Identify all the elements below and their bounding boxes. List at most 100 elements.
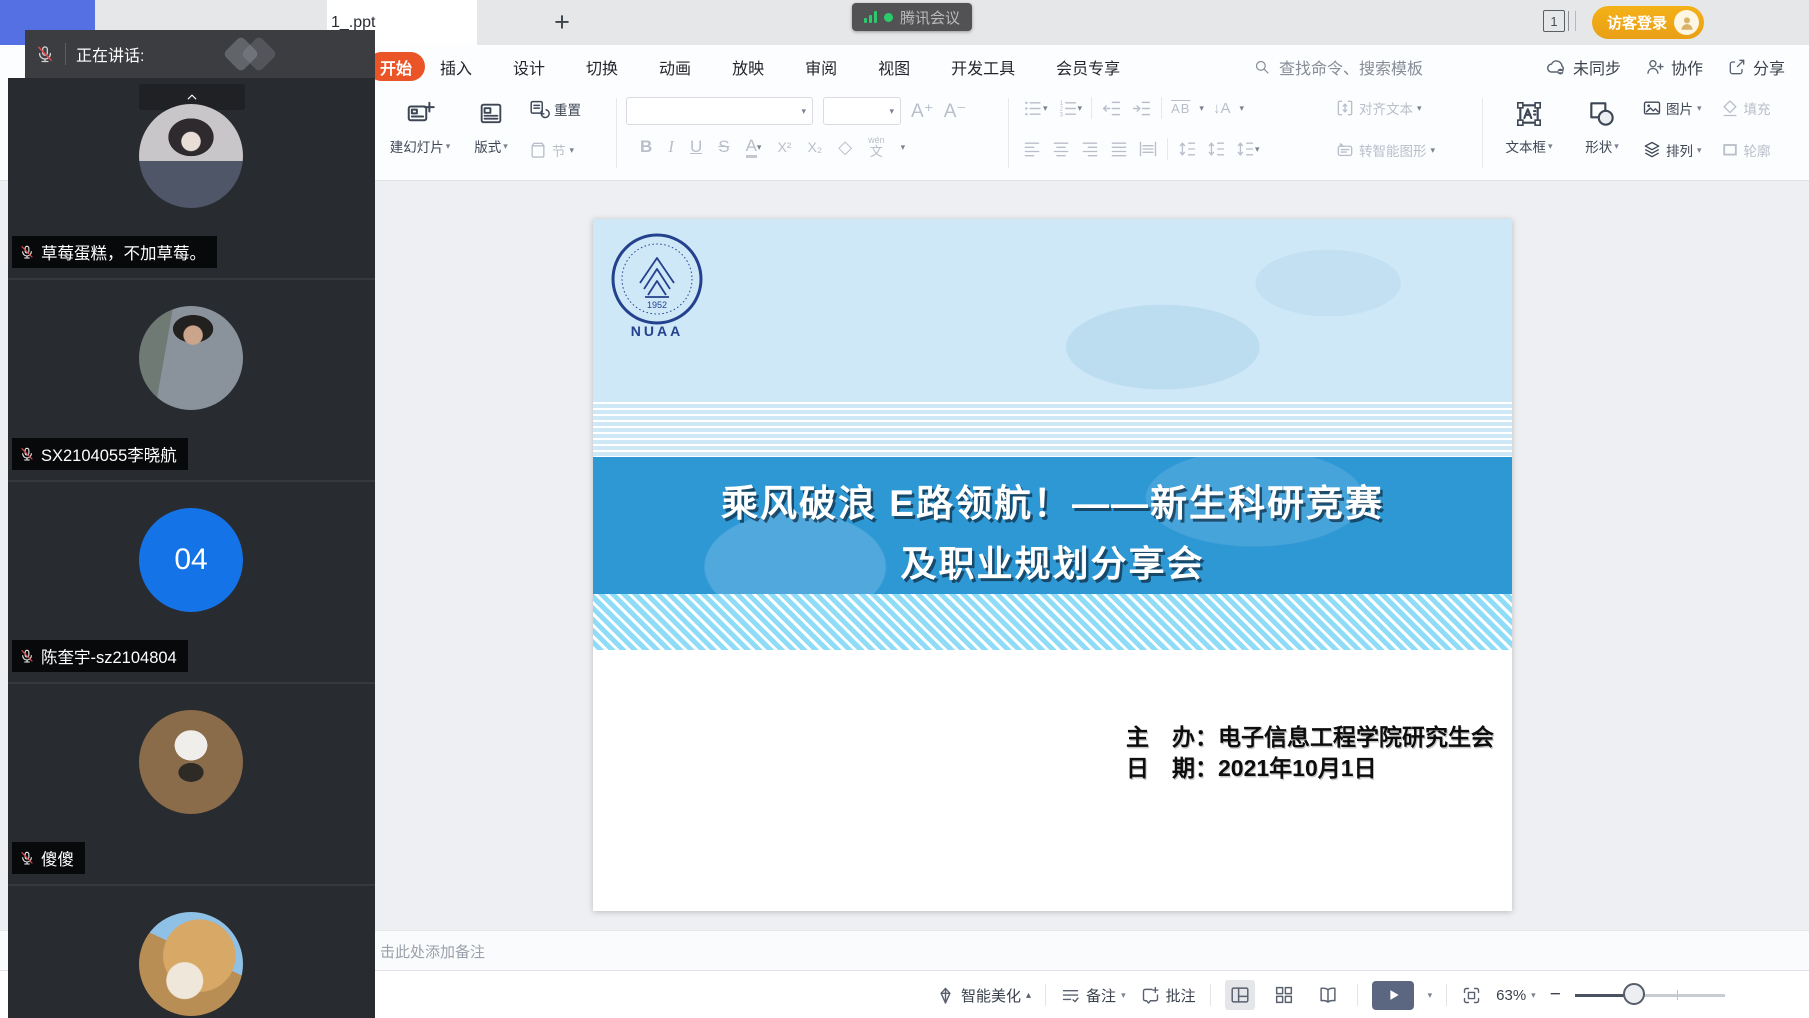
grow-font-button[interactable]: A⁺ [911, 100, 934, 123]
horizontal-stripes-band [593, 402, 1512, 457]
slideshow-play-button[interactable] [1372, 981, 1414, 1010]
numbered-list-button[interactable]: ▾ [1057, 98, 1083, 119]
indent-button[interactable] [1131, 98, 1152, 119]
smart-beautify-button[interactable]: 智能美化 ▴ [935, 985, 1031, 1006]
slide-organizer-block[interactable]: 主 办：电子信息工程学院研究生会 日 期：2021年10月1日 [1126, 722, 1494, 784]
align-right-button[interactable] [1080, 139, 1100, 159]
bullet-list-button[interactable]: ▾ [1022, 98, 1048, 119]
shapes-button[interactable]: 形状▾ [1573, 92, 1631, 156]
reset-button[interactable]: 重置 [528, 98, 581, 120]
pinyin-button[interactable]: wén文 [868, 136, 885, 158]
participant-tile[interactable]: 草莓蛋糕，不加草莓。 [8, 78, 375, 280]
tab-home[interactable]: 开始 [367, 52, 425, 81]
participant-name-badge: 傻傻 [12, 842, 85, 874]
meeting-watermark-logo-icon [220, 35, 300, 73]
share-button[interactable]: 分享 [1727, 55, 1785, 79]
play-options-caret[interactable]: ▾ [1428, 990, 1433, 1001]
window-count-indicator[interactable]: 1 [1543, 10, 1576, 32]
tab-insert[interactable]: 插入 [440, 55, 472, 79]
guest-avatar-icon [1674, 10, 1699, 35]
mic-muted-icon [19, 244, 35, 260]
collaborate-button[interactable]: 协作 [1645, 55, 1703, 79]
picture-button[interactable]: 图片▾ [1642, 98, 1702, 118]
zoom-level-value: 63% [1496, 987, 1526, 1004]
shrink-font-button[interactable]: A⁻ [944, 100, 967, 123]
italic-button[interactable]: I [668, 137, 674, 157]
view-normal-button[interactable] [1225, 980, 1255, 1010]
participant-name-badge: 陈奎宇-sz2104804 [12, 640, 188, 672]
underline-button[interactable]: U [690, 137, 702, 157]
command-search[interactable]: 查找命令、搜索模板 [1253, 45, 1423, 88]
slide[interactable]: 1952 NUAA 乘风破浪 E路领航！——新生科研竞赛 及职业规划分享会 主 … [593, 219, 1512, 911]
view-reading-button[interactable] [1313, 980, 1343, 1010]
nuaa-seal-logo[interactable]: 1952 NUAA [609, 231, 705, 343]
font-color-button[interactable]: A▾ [746, 137, 762, 158]
slide-title-block[interactable]: 乘风破浪 E路领航！——新生科研竞赛 及职业规划分享会 [593, 457, 1512, 594]
tab-design[interactable]: 设计 [513, 55, 545, 79]
tab-membership[interactable]: 会员专享 [1056, 55, 1120, 79]
view-sorter-button[interactable] [1269, 980, 1299, 1010]
fill-button[interactable]: 填充 [1720, 98, 1771, 118]
arrange-button[interactable]: 排列▾ [1642, 140, 1702, 160]
outline-button[interactable]: 轮廓 [1720, 140, 1771, 160]
share-icon [1727, 57, 1747, 77]
avatar [139, 306, 243, 410]
participant-tile[interactable]: SX2104055李晓航 [8, 280, 375, 482]
tab-animation[interactable]: 动画 [659, 55, 691, 79]
zoom-slider[interactable] [1575, 981, 1725, 1009]
beautify-icon [935, 985, 956, 1006]
participant-name-badge: 草莓蛋糕，不加草莓。 [12, 236, 217, 268]
strikethrough-button[interactable]: S [718, 137, 729, 157]
comments-button[interactable]: 批注 [1140, 985, 1196, 1006]
search-icon [1253, 58, 1271, 76]
subscript-button[interactable]: X₂ [807, 139, 822, 155]
layout-button[interactable]: 版式▾ [462, 92, 520, 156]
tab-view[interactable]: 视图 [878, 55, 910, 79]
notes-button[interactable]: 备注 ▾ [1060, 985, 1126, 1006]
shapes-icon [1573, 92, 1631, 136]
char-spacing-button[interactable]: AB [1171, 101, 1190, 116]
sync-status-button[interactable]: 未同步 [1545, 55, 1621, 79]
divider [65, 43, 66, 65]
participant-tile[interactable] [8, 886, 375, 1018]
align-left-button[interactable] [1022, 139, 1042, 159]
new-tab-button[interactable]: + [546, 6, 578, 38]
section-button[interactable]: 节▾ [528, 140, 574, 160]
zoom-slider-thumb[interactable] [1623, 983, 1645, 1005]
tencent-meeting-pill[interactable]: 腾讯会议 [852, 3, 972, 31]
fit-window-button[interactable] [1461, 985, 1482, 1006]
meeting-speaking-header[interactable]: 正在讲话: [25, 30, 375, 78]
outdent-button[interactable] [1101, 98, 1122, 119]
tab-review[interactable]: 审阅 [805, 55, 837, 79]
participant-tile[interactable]: 傻傻 [8, 684, 375, 886]
zoom-level-button[interactable]: 63% ▾ [1496, 987, 1536, 1004]
notes-placeholder: 击此处添加备注 [380, 941, 485, 962]
text-box-button[interactable]: 文本框▾ [1493, 92, 1565, 156]
line-spacing-up-button[interactable] [1177, 139, 1197, 159]
tab-developer[interactable]: 开发工具 [951, 55, 1015, 79]
justify-button[interactable] [1109, 139, 1129, 159]
new-slide-button[interactable]: 建幻灯片▾ [378, 92, 462, 156]
superscript-button[interactable]: X² [777, 139, 791, 155]
font-name-combo[interactable]: ▾ [626, 97, 813, 125]
guest-login-button[interactable]: 访客登录 [1592, 6, 1704, 39]
zoom-out-button[interactable]: − [1550, 984, 1561, 1006]
tab-transition[interactable]: 切换 [586, 55, 618, 79]
window-count-value: 1 [1543, 10, 1565, 32]
notes-label: 备注 [1086, 985, 1116, 1006]
participant-name: 陈奎宇-sz2104804 [41, 644, 177, 668]
text-direction-button[interactable]: ↓A [1213, 100, 1231, 117]
font-size-combo[interactable]: ▾ [823, 97, 901, 125]
line-spacing-button[interactable]: ▾ [1235, 139, 1260, 159]
line-spacing-down-button[interactable] [1206, 139, 1226, 159]
distribute-button[interactable] [1138, 139, 1158, 159]
text-box-icon [1493, 92, 1565, 136]
bold-button[interactable]: B [640, 137, 652, 157]
align-center-button[interactable] [1051, 139, 1071, 159]
participant-tile[interactable]: 04 陈奎宇-sz2104804 [8, 482, 375, 684]
tab-slideshow[interactable]: 放映 [732, 55, 764, 79]
smart-graphic-button[interactable]: 转智能图形▾ [1335, 140, 1435, 160]
comments-label: 批注 [1166, 985, 1196, 1006]
align-text-button[interactable]: 对齐文本▾ [1335, 98, 1422, 118]
clear-format-button[interactable]: ◇ [838, 137, 852, 158]
